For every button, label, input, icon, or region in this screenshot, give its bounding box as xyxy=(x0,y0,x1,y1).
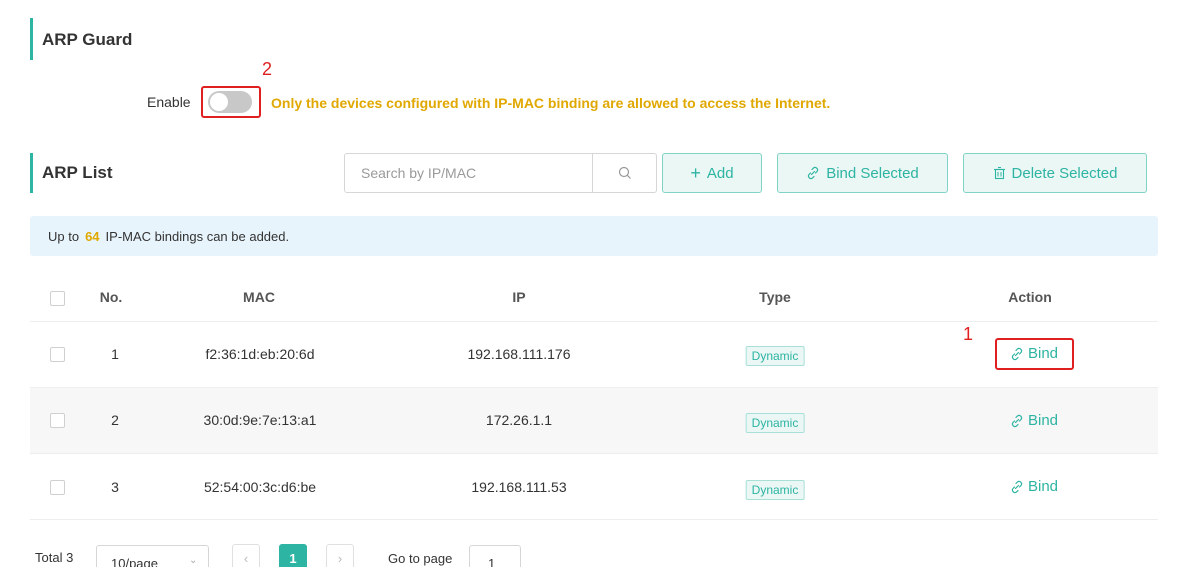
column-header-type: Type xyxy=(759,289,791,305)
column-header-action: Action xyxy=(1008,289,1052,305)
table-row xyxy=(30,388,1158,454)
page-size-value: 10/page xyxy=(111,556,158,567)
table-header-row xyxy=(30,256,1158,322)
row-no: 2 xyxy=(111,412,119,428)
page-number-button[interactable]: 1 xyxy=(279,544,307,567)
bind-selected-label: Bind Selected xyxy=(826,164,919,182)
chevron-down-icon: ⌄ xyxy=(189,555,198,566)
row-checkbox[interactable] xyxy=(50,480,65,495)
bind-link[interactable]: Bind xyxy=(1010,478,1058,495)
bind-link[interactable]: Bind xyxy=(1010,412,1058,429)
table-row xyxy=(30,454,1158,520)
row-mac: 30:0d:9e:7e:13:a1 xyxy=(203,412,317,428)
search-input[interactable] xyxy=(345,154,592,192)
annotation-number-1: 1 xyxy=(963,324,974,344)
bind-selected-button[interactable]: Bind Selected xyxy=(777,153,948,193)
plus-icon: + xyxy=(690,163,701,183)
next-page-button[interactable]: › xyxy=(326,544,354,567)
select-all-checkbox[interactable] xyxy=(50,291,65,306)
delete-selected-button[interactable]: Delete Selected xyxy=(963,153,1147,193)
row-no: 3 xyxy=(111,479,119,495)
arp-guard-hint: Only the devices configured with IP-MAC … xyxy=(271,95,831,111)
row-mac: f2:36:1d:eb:20:6d xyxy=(205,346,315,362)
bind-label: Bind xyxy=(1027,478,1059,495)
chevron-left-icon: ‹ xyxy=(243,550,249,566)
chevron-right-icon: › xyxy=(337,550,343,566)
search-icon xyxy=(618,166,631,179)
row-ip: 192.168.111.53 xyxy=(471,479,567,495)
link-icon xyxy=(1011,414,1023,427)
annotation-box-bind xyxy=(995,338,1074,370)
add-button-label: Add xyxy=(706,164,734,182)
table-row xyxy=(30,322,1158,388)
column-header-mac: MAC xyxy=(243,289,275,305)
column-header-no: No. xyxy=(99,289,123,305)
row-ip: 172.26.1.1 xyxy=(485,412,553,428)
type-badge: Dynamic xyxy=(745,413,805,433)
notice-suffix: IP-MAC bindings can be added. xyxy=(105,228,290,244)
binding-limit-notice: Up to 64 IP-MAC bindings can be added. xyxy=(30,216,1158,256)
row-checkbox[interactable] xyxy=(50,347,65,362)
add-button[interactable]: + Add xyxy=(662,153,762,193)
search-button[interactable] xyxy=(592,154,656,192)
goto-page-value: 1 xyxy=(488,556,496,567)
pagination-total: Total 3 xyxy=(35,550,74,565)
search-box xyxy=(344,153,657,193)
row-ip: 192.168.111.176 xyxy=(467,346,571,362)
goto-page-input[interactable]: 1 xyxy=(469,545,521,567)
notice-prefix: Up to xyxy=(48,228,80,244)
arp-guard-title: ARP Guard xyxy=(42,30,133,49)
arp-list-accent-bar xyxy=(30,153,33,193)
page-size-select[interactable]: 10/page ⌄ xyxy=(96,545,209,567)
link-icon xyxy=(1011,480,1023,493)
bind-label: Bind xyxy=(1027,412,1059,429)
current-page-label: 1 xyxy=(289,550,297,566)
arp-guard-accent-bar xyxy=(30,18,33,60)
notice-count: 64 xyxy=(85,228,100,244)
trash-icon xyxy=(993,166,1005,180)
row-checkbox[interactable] xyxy=(50,413,65,428)
column-header-ip: IP xyxy=(512,289,526,305)
arp-list-title: ARP List xyxy=(42,163,113,182)
annotation-box-toggle xyxy=(201,86,261,118)
annotation-number-2: 2 xyxy=(262,59,273,79)
goto-page-label: Go to page xyxy=(388,551,453,566)
link-icon xyxy=(808,166,819,180)
type-badge: Dynamic xyxy=(745,480,805,500)
enable-label: Enable xyxy=(147,94,191,110)
prev-page-button[interactable]: ‹ xyxy=(232,544,260,567)
row-mac: 52:54:00:3c:d6:be xyxy=(203,479,317,495)
type-badge: Dynamic xyxy=(745,346,805,366)
delete-selected-label: Delete Selected xyxy=(1011,164,1118,182)
row-no: 1 xyxy=(111,346,119,362)
